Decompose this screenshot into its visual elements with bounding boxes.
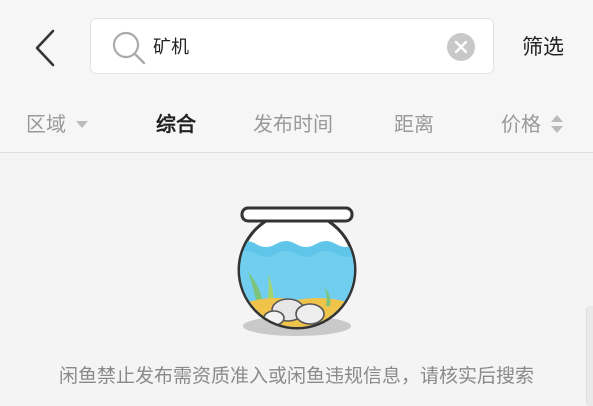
tab-label: 距离 [394, 112, 434, 136]
fishbowl-icon [237, 206, 357, 336]
chevron-left-icon [35, 29, 55, 67]
caret-down-icon [76, 120, 88, 128]
search-box[interactable] [90, 18, 494, 74]
tab-comprehensive[interactable]: 综合 [156, 111, 196, 137]
region-dropdown[interactable]: 区域 [26, 111, 88, 137]
tab-label: 发布时间 [253, 112, 333, 136]
top-bar: 筛选 [0, 0, 593, 98]
region-label: 区域 [26, 112, 66, 136]
sort-bar: 区域 综合 发布时间 距离 价格 [0, 98, 593, 153]
price-label: 价格 [501, 112, 541, 136]
sort-icon [551, 115, 563, 133]
tab-distance[interactable]: 距离 [394, 111, 434, 137]
clear-icon [454, 40, 468, 54]
search-icon [112, 31, 146, 65]
empty-notice: 闲鱼禁止发布需资质准入或闲鱼违规信息，请核实后搜索 [58, 365, 534, 387]
filter-button[interactable]: 筛选 [522, 33, 564, 61]
scroll-handle[interactable] [586, 306, 593, 406]
search-input[interactable] [153, 29, 433, 63]
tab-label: 综合 [156, 112, 196, 136]
clear-search-button[interactable] [447, 33, 475, 61]
back-button[interactable] [28, 26, 62, 70]
tab-publish-time[interactable]: 发布时间 [253, 111, 333, 137]
price-sort[interactable]: 价格 [501, 111, 563, 137]
